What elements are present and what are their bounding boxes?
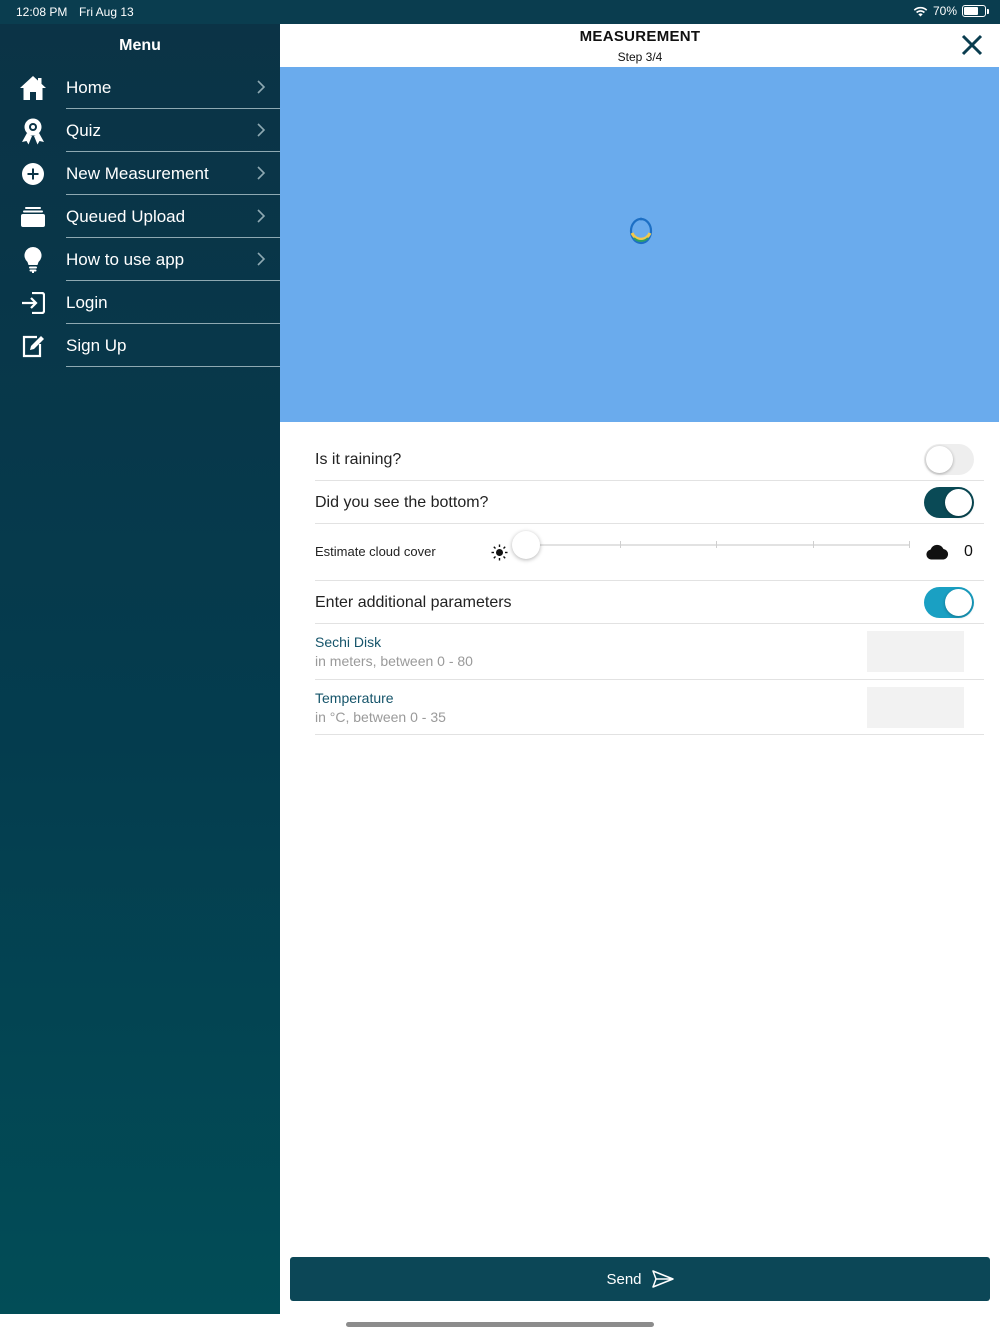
cloud-cover-slider-thumb[interactable] [512, 531, 540, 559]
send-button-label: Send [606, 1270, 642, 1288]
cloud-icon [926, 544, 949, 560]
wifi-icon [913, 6, 928, 16]
status-right: 70% [913, 4, 989, 18]
edit-icon [19, 332, 47, 360]
sidebar-item-label: Home [66, 78, 112, 97]
home-indicator [346, 1322, 654, 1327]
app-root: 12:08 PM Fri Aug 13 70% Menu Home Quiz N… [0, 0, 1000, 1334]
additional-params-row: Enter additional parameters [315, 581, 984, 624]
temperature-hint: in °C, between 0 - 35 [315, 709, 446, 725]
step-indicator: Step 3/4 [617, 50, 663, 64]
additional-params-label: Enter additional parameters [315, 594, 512, 611]
slider-tick [620, 541, 621, 548]
sidebar-item-label: New Measurement [66, 164, 209, 183]
battery-fill [964, 7, 978, 15]
sidebar-item-home[interactable]: Home [0, 66, 280, 109]
sechi-disk-input[interactable] [867, 631, 964, 672]
sechi-disk-hint: in meters, between 0 - 80 [315, 653, 473, 669]
close-icon[interactable] [960, 33, 984, 57]
sidebar-item-label: Quiz [66, 121, 101, 140]
home-icon [19, 74, 47, 102]
cloud-cover-value: 0 [964, 543, 973, 560]
status-date: Fri Aug 13 [79, 5, 134, 19]
temperature-input[interactable] [867, 687, 964, 728]
slider-tick [909, 541, 910, 548]
login-icon [19, 289, 47, 317]
sidebar-item-how-to-use[interactable]: How to use app [0, 238, 280, 281]
sidebar-item-label: Queued Upload [66, 207, 186, 226]
additional-params-toggle[interactable] [924, 587, 974, 618]
photo-preview [280, 67, 999, 422]
raining-toggle[interactable] [924, 444, 974, 475]
award-icon [19, 117, 47, 145]
toggle-knob [926, 446, 953, 473]
page-title: MEASUREMENT [579, 28, 701, 45]
sidebar-item-sign-up[interactable]: Sign Up [0, 324, 280, 367]
stack-icon [19, 203, 47, 231]
sechi-disk-title: Sechi Disk [315, 634, 382, 650]
raining-label: Is it raining? [315, 451, 402, 468]
bottom-seen-toggle[interactable] [924, 487, 974, 518]
battery-icon [962, 5, 989, 17]
loading-spinner-icon [629, 217, 653, 245]
chevron-right-icon [257, 252, 266, 266]
sidebar-item-label: Sign Up [66, 336, 127, 355]
chevron-right-icon [257, 209, 266, 223]
menu-title: Menu [119, 37, 161, 54]
chevron-right-icon [257, 123, 266, 137]
plus-circle-icon [19, 160, 47, 188]
temperature-row: Temperature in °C, between 0 - 35 [315, 680, 984, 735]
send-button[interactable]: Send [290, 1257, 990, 1301]
sidebar-item-login[interactable]: Login [0, 281, 280, 324]
divider [66, 366, 280, 367]
sidebar-item-new-measurement[interactable]: New Measurement [0, 152, 280, 195]
cloud-cover-row: Estimate cloud cover 0 [315, 524, 984, 581]
slider-tick [813, 541, 814, 548]
paper-plane-icon [651, 1270, 674, 1288]
cloud-cover-slider-track[interactable] [524, 541, 910, 548]
toggle-knob [945, 489, 972, 516]
lightbulb-icon [19, 246, 47, 274]
sun-icon [491, 544, 508, 561]
temperature-title: Temperature [315, 690, 394, 706]
bottom-seen-label: Did you see the bottom? [315, 494, 489, 511]
sidebar-item-label: How to use app [66, 250, 185, 269]
status-time: 12:08 PM [16, 5, 68, 19]
bottom-seen-row: Did you see the bottom? [315, 481, 984, 524]
cloud-cover-label: Estimate cloud cover [315, 544, 436, 559]
chevron-right-icon [257, 80, 266, 94]
measurement-header: MEASUREMENT Step 3/4 [280, 24, 1000, 67]
sidebar-menu: Menu Home Quiz New Measurement Queued Up… [0, 24, 280, 1314]
battery-percent: 70% [932, 4, 957, 18]
slider-tick [716, 541, 717, 548]
chevron-right-icon [257, 166, 266, 180]
sidebar-item-label: Login [66, 293, 108, 312]
sidebar-item-quiz[interactable]: Quiz [0, 109, 280, 152]
status-bar: 12:08 PM Fri Aug 13 70% [0, 0, 1000, 24]
sechi-disk-row: Sechi Disk in meters, between 0 - 80 [315, 624, 984, 680]
raining-row: Is it raining? [315, 437, 984, 481]
sidebar-item-queued-upload[interactable]: Queued Upload [0, 195, 280, 238]
toggle-knob [945, 589, 972, 616]
